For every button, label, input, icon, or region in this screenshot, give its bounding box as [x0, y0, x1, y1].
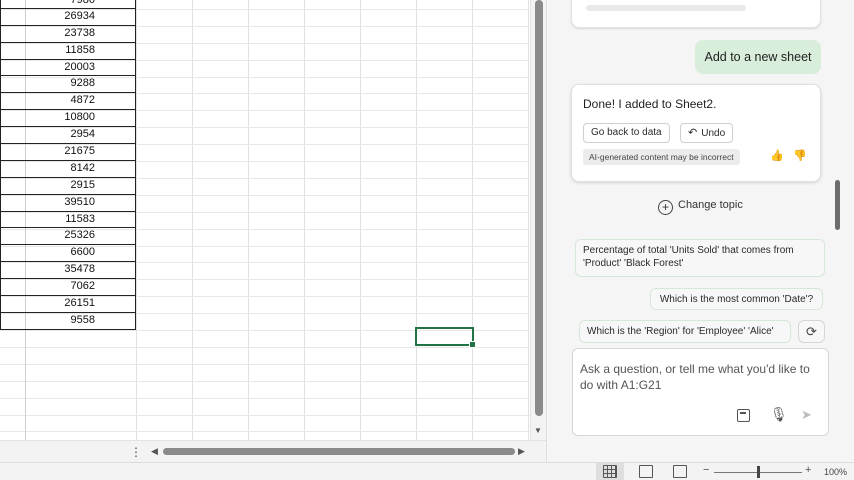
mic-icon[interactable]: 🎙 [770, 406, 788, 423]
undo-button[interactable]: ↶ Undo [680, 123, 734, 143]
thumbs-up-icon[interactable]: 👍 [770, 149, 784, 162]
table-cell[interactable]: 20003 [0, 59, 136, 77]
horizontal-scroll-thumb[interactable] [163, 448, 515, 455]
table-cell[interactable]: 7062 [0, 279, 136, 297]
sheet-tab-bar: ⋮ ◀ ▶ [0, 440, 546, 462]
status-bar: − + 100% [0, 462, 854, 480]
grid-row-line [0, 431, 530, 433]
table-cell[interactable]: 4872 [0, 93, 136, 111]
grid-row-line [0, 397, 530, 399]
zoom-in-icon[interactable]: + [805, 464, 811, 476]
table-cell[interactable]: 25326 [0, 228, 136, 246]
undo-label: Undo [701, 128, 726, 139]
reply-text: Done! I added to Sheet2. [583, 97, 717, 111]
prompt-input[interactable] [580, 361, 823, 397]
selected-cell[interactable] [415, 327, 476, 348]
grid-column-line [416, 0, 417, 440]
grid-column-line [136, 0, 137, 440]
previous-response-card [571, 0, 821, 28]
table-cell[interactable]: 26151 [0, 296, 136, 313]
previous-response-content [586, 5, 746, 11]
zoom-out-icon[interactable]: − [703, 464, 709, 476]
thumbs-down-icon[interactable]: 👎 [793, 149, 807, 162]
grid-row-line [0, 346, 530, 348]
undo-icon: ↶ [688, 127, 698, 139]
grid-column-line [304, 0, 305, 440]
table-cell[interactable]: 39510 [0, 194, 136, 212]
refresh-icon: ⟳ [806, 324, 817, 339]
grid-vertical-scrollbar[interactable]: ▼ [530, 0, 546, 440]
grid-row-line [0, 363, 530, 365]
table-cell[interactable]: 9288 [0, 76, 136, 94]
send-icon[interactable]: ➤ [801, 407, 812, 423]
suggestion-chip[interactable]: Which is the 'Region' for 'Employee' 'Al… [579, 320, 791, 343]
table-cell[interactable]: 2954 [0, 127, 136, 145]
table-cell[interactable]: 23738 [0, 25, 136, 43]
grid-column-line [248, 0, 249, 440]
normal-view-icon[interactable] [603, 465, 617, 478]
refresh-suggestions-button[interactable]: ⟳ [798, 320, 825, 343]
change-topic-label: Change topic [678, 199, 743, 211]
scroll-down-arrow-icon[interactable]: ▼ [534, 426, 542, 435]
table-cell[interactable]: 21675 [0, 144, 136, 161]
page-layout-icon[interactable] [639, 465, 653, 478]
copilot-reply-card: Done! I added to Sheet2. Go back to data… [571, 84, 821, 182]
table-cell[interactable]: 10800 [0, 110, 136, 128]
table-cell[interactable]: 11583 [0, 211, 136, 229]
data-column: 7980 26934 23738 11858 20003 9288 4872 10800 295… [0, 0, 136, 330]
spreadsheet-grid[interactable]: 7980 26934 23738 11858 20003 9288 4872 10800 295… [0, 0, 530, 440]
compose-box: 🎙 ➤ [572, 348, 829, 436]
page-break-preview-icon[interactable] [673, 465, 687, 478]
table-cell[interactable]: 2915 [0, 177, 136, 195]
table-cell[interactable]: 7980 [0, 0, 136, 9]
go-back-to-data-button[interactable]: Go back to data [583, 123, 670, 143]
table-cell[interactable]: 11858 [0, 42, 136, 60]
user-message-bubble: Add to a new sheet [695, 40, 821, 74]
copilot-scrollbar-thumb[interactable] [835, 180, 840, 230]
grid-row-line [0, 380, 530, 382]
change-topic-button[interactable]: + Change topic [658, 196, 743, 215]
grid-column-line [472, 0, 473, 440]
suggestion-chip[interactable]: Percentage of total 'Units Sold' that co… [575, 239, 825, 277]
table-cell[interactable]: 6600 [0, 245, 136, 263]
more-options-icon[interactable]: ⋮ [130, 445, 142, 459]
grid-vertical-scroll-thumb[interactable] [535, 0, 543, 416]
suggestion-chip[interactable]: Which is the most common 'Date'? [650, 288, 823, 310]
ai-disclaimer-badge: AI-generated content may be incorrect [583, 149, 740, 165]
table-cell[interactable]: 35478 [0, 262, 136, 280]
zoom-level[interactable]: 100% [824, 467, 847, 477]
table-cell[interactable]: 26934 [0, 8, 136, 26]
scroll-left-arrow-icon[interactable]: ◀ [151, 446, 158, 457]
table-cell[interactable]: 8142 [0, 160, 136, 178]
add-circle-icon: + [658, 200, 673, 215]
attach-icon[interactable] [737, 409, 750, 422]
grid-column-line [528, 0, 529, 440]
grid-column-line [360, 0, 361, 440]
table-cell[interactable]: 9558 [0, 312, 136, 330]
grid-column-line [192, 0, 193, 440]
scroll-right-arrow-icon[interactable]: ▶ [518, 446, 525, 457]
zoom-slider-knob[interactable] [757, 466, 760, 478]
excel-window: 7980 26934 23738 11858 20003 9288 4872 10800 295… [0, 0, 854, 480]
grid-row-line [0, 414, 530, 416]
